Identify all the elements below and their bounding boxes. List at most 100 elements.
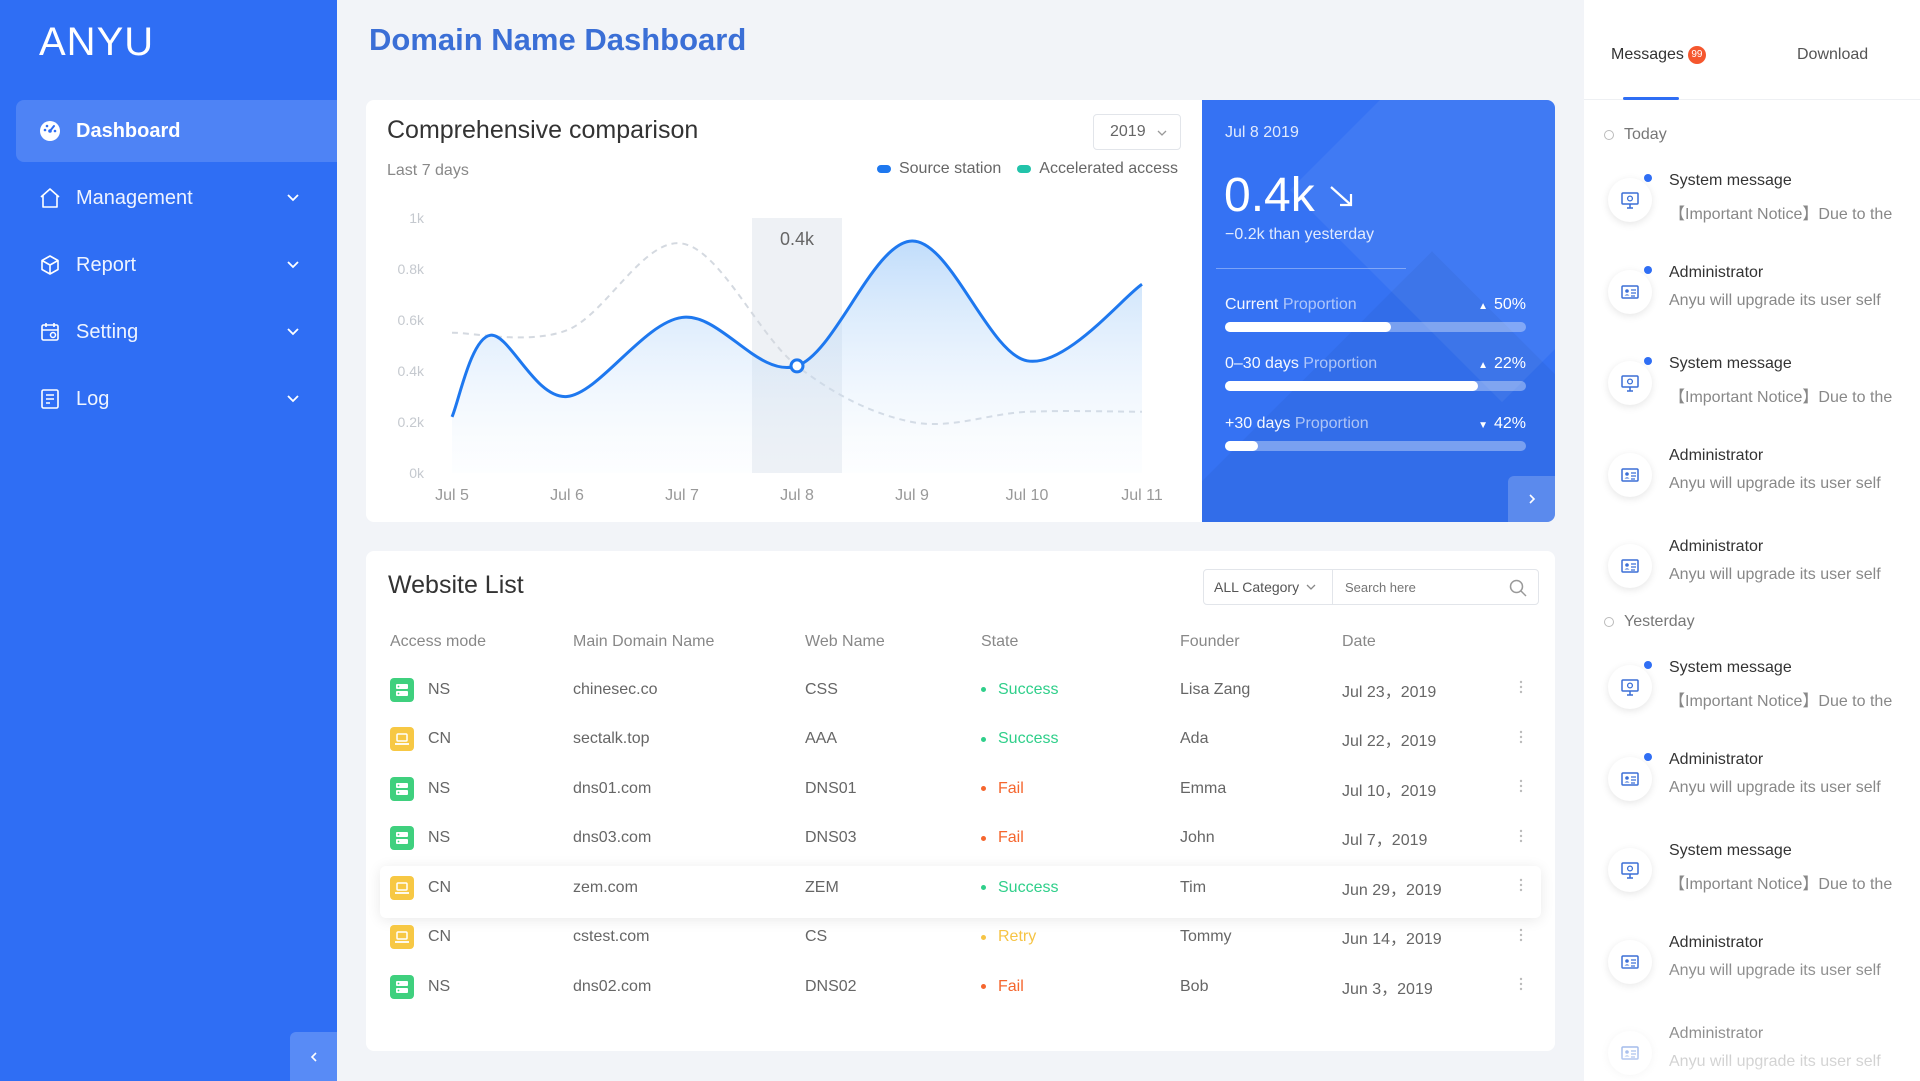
cell-state: Success	[981, 665, 1180, 715]
status-dot	[981, 835, 986, 841]
sidebar-item-log[interactable]: Log	[0, 368, 337, 430]
more-icon[interactable]	[1519, 928, 1523, 945]
table-row[interactable]: NS dns03.com DNS03 Fail John Jul 7，2019	[380, 814, 1540, 864]
sidebar-item-report[interactable]: Report	[0, 234, 337, 296]
cell-access-mode: NS	[380, 665, 573, 715]
cell-date: Jul 10，2019	[1342, 782, 1437, 800]
column-header[interactable]: Main Domain Name	[573, 619, 805, 665]
proportion-value-text: 22%	[1493, 355, 1526, 372]
more-icon[interactable]	[1519, 780, 1523, 796]
group-label: Yesterday	[1624, 613, 1695, 630]
sidebar-item-management[interactable]: Management	[0, 167, 337, 229]
status-label: Success	[998, 680, 1059, 698]
unread-dot	[1644, 174, 1652, 182]
access-mode-label: NS	[428, 680, 451, 698]
column-header[interactable]: State	[981, 619, 1180, 665]
message-preview: Anyu will upgrade its user self	[1669, 566, 1881, 583]
cell-actions	[1502, 913, 1540, 963]
message-title: Administrator	[1669, 446, 1764, 464]
cell-actions	[1502, 962, 1540, 1012]
cell-founder: Tim	[1180, 878, 1207, 896]
stats-value: 0.4k	[1224, 168, 1357, 223]
admin-card-icon	[1608, 544, 1652, 588]
message-title: Administrator	[1669, 1025, 1764, 1042]
message-item[interactable]: System message 【Important Notice】Due to t…	[1604, 172, 1904, 244]
cell-state: Success	[981, 715, 1180, 765]
message-title: System message	[1669, 172, 1792, 189]
sidebar-item-setting[interactable]: Setting	[0, 301, 337, 363]
table-row[interactable]: NS chinesec.co CSS Success Lisa Zang Jul 23，2…	[380, 665, 1540, 715]
more-icon[interactable]	[1519, 879, 1523, 895]
message-item[interactable]: System message 【Important Notice】Due to t…	[1604, 842, 1904, 914]
more-icon[interactable]	[1519, 681, 1523, 697]
proportion-suffix: Proportion	[1282, 296, 1357, 313]
admin-card-icon	[1608, 939, 1652, 984]
tab-label: Messages	[1611, 46, 1684, 64]
more-icon[interactable]	[1519, 829, 1523, 846]
x-tick-label: Jul 11	[1121, 487, 1163, 504]
message-preview: 【Important Notice】Due to the	[1669, 206, 1893, 223]
sidebar-item-label: Dashboard	[76, 119, 181, 142]
category-select[interactable]: ALL Category	[1203, 569, 1333, 605]
proportion-fill	[1225, 381, 1478, 391]
table-row[interactable]: CN cstest.com CS Retry Tommy Jun 14，2019	[380, 913, 1540, 963]
column-header[interactable]: Web Name	[805, 619, 981, 665]
more-icon[interactable]	[1519, 730, 1523, 747]
cell-date: Jun 14，2019	[1342, 931, 1442, 949]
message-item[interactable]: Administrator Anyu will upgrade its user …	[1604, 264, 1904, 336]
table-row[interactable]: NS dns01.com DNS01 Fail Emma Jul 10，2019	[380, 764, 1540, 814]
table-header-row: Access mode Main Domain Name Web Name St…	[380, 619, 1540, 665]
line-chart: 0k 0.2k 0.4k 0.6k 0.8k 1k Jul 5 Jul 6 Jul 7 Jul 8…	[398, 210, 1163, 504]
tab-label: Download	[1797, 46, 1869, 63]
message-title: Administrator	[1669, 263, 1764, 281]
more-icon[interactable]	[1519, 978, 1523, 994]
access-mode-label: CN	[428, 730, 452, 748]
status-dot	[981, 736, 986, 742]
highlight-point	[789, 358, 805, 374]
message-title: Administrator	[1669, 750, 1764, 768]
message-item[interactable]: System message 【Important Notice】Due to t…	[1604, 355, 1904, 427]
column-header[interactable]: Date	[1342, 619, 1502, 665]
chevron-right-icon	[1528, 494, 1535, 504]
message-title: System message	[1669, 842, 1792, 859]
search-input[interactable]	[1333, 570, 1493, 604]
unread-badge: 99	[1687, 46, 1706, 64]
log-icon	[38, 387, 62, 411]
column-header[interactable]: Access mode	[380, 619, 573, 665]
search-icon[interactable]	[1508, 578, 1528, 598]
cell-access-mode: NS	[380, 764, 573, 814]
arrow-up-icon: ▲	[1478, 301, 1488, 312]
message-item[interactable]: Administrator Anyu will upgrade its user …	[1604, 447, 1904, 519]
proportion-row-0-30-days: 0–30 days Proportion ▲ 22%	[1225, 355, 1526, 391]
table-row[interactable]: CN zem.com ZEM Success Tim Jun 29，2019	[380, 863, 1540, 913]
proportion-row-30-plus-days: +30 days Proportion ▼ 42%	[1225, 415, 1526, 451]
status-dot	[981, 687, 986, 693]
chevron-down-icon	[287, 194, 299, 202]
proportion-bar	[1225, 381, 1526, 391]
message-item[interactable]: Administrator Anyu will upgrade its user …	[1604, 751, 1904, 823]
cell-web-name: DNS03	[805, 829, 857, 847]
chevron-down-icon	[287, 328, 299, 336]
table-row[interactable]: NS dns02.com DNS02 Fail Bob Jun 3，2019	[380, 962, 1540, 1012]
table-row[interactable]: CN sectalk.top AAA Success Ada Jul 22，2019	[380, 715, 1540, 765]
x-tick-label: Jul 5	[435, 487, 469, 504]
stats-diff: −0.2k than yesterday	[1225, 226, 1374, 243]
collapse-sidebar-button[interactable]	[290, 1032, 337, 1081]
sidebar-item-label: Report	[76, 253, 137, 276]
sidebar-item-dashboard[interactable]: Dashboard	[16, 100, 337, 162]
column-header[interactable]: Founder	[1180, 619, 1342, 665]
chevron-left-icon	[310, 1051, 317, 1062]
message-item[interactable]: Administrator Anyu will upgrade its user …	[1604, 538, 1904, 610]
message-item[interactable]: Administrator Anyu will upgrade its user …	[1604, 1025, 1904, 1081]
tab-messages[interactable]: Messages 99	[1611, 46, 1706, 64]
cell-access-mode: CN	[380, 913, 573, 963]
cell-domain: zem.com	[573, 878, 638, 896]
next-button[interactable]	[1508, 476, 1555, 522]
x-tick-label: Jul 8	[780, 487, 814, 504]
cell-web-name: AAA	[805, 730, 838, 748]
dashboard-icon	[38, 119, 62, 143]
message-item[interactable]: System message 【Important Notice】Due to t…	[1604, 659, 1904, 731]
message-item[interactable]: Administrator Anyu will upgrade its user …	[1604, 934, 1904, 1006]
tab-download[interactable]: Download	[1797, 46, 1868, 64]
message-title: System message	[1669, 355, 1792, 372]
